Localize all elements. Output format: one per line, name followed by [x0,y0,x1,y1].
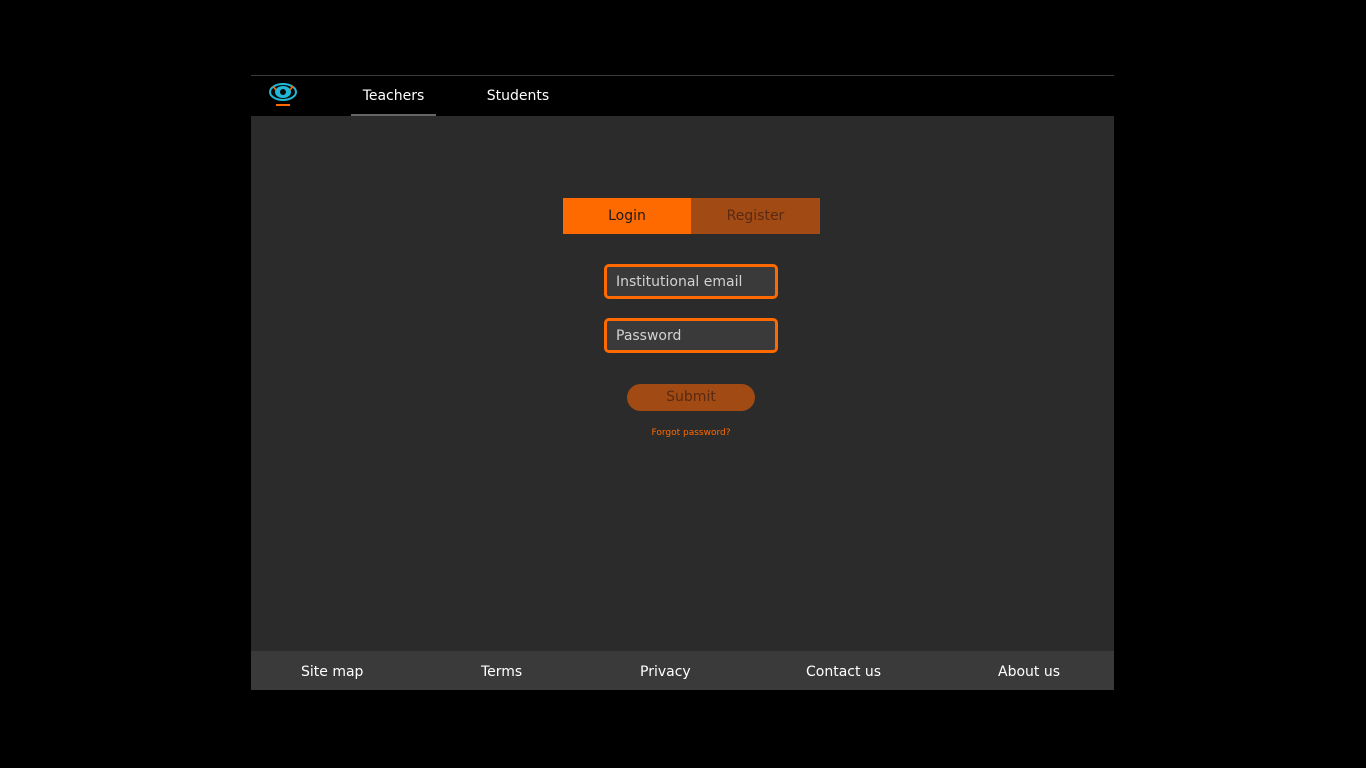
footer-link-privacy[interactable]: Privacy [640,651,691,690]
register-tab-button[interactable]: Register [691,198,820,234]
logo-icon[interactable] [267,80,299,112]
tab-students[interactable]: Students [473,76,563,116]
password-field[interactable] [604,318,778,353]
forgot-password-link[interactable]: Forgot password? [627,428,755,438]
footer: Site map Terms Privacy Contact us About … [251,651,1114,690]
app-window: Teachers Students Login Register Submit … [251,75,1114,690]
tab-teachers[interactable]: Teachers [351,76,436,116]
footer-link-terms[interactable]: Terms [481,651,522,690]
email-field[interactable] [604,264,778,299]
footer-link-about-us[interactable]: About us [998,651,1060,690]
top-navbar: Teachers Students [251,75,1114,116]
login-tab-button[interactable]: Login [563,198,691,234]
auth-mode-switch: Login Register [563,198,820,234]
submit-button[interactable]: Submit [627,384,755,411]
footer-link-site-map[interactable]: Site map [301,651,363,690]
footer-link-contact-us[interactable]: Contact us [806,651,881,690]
